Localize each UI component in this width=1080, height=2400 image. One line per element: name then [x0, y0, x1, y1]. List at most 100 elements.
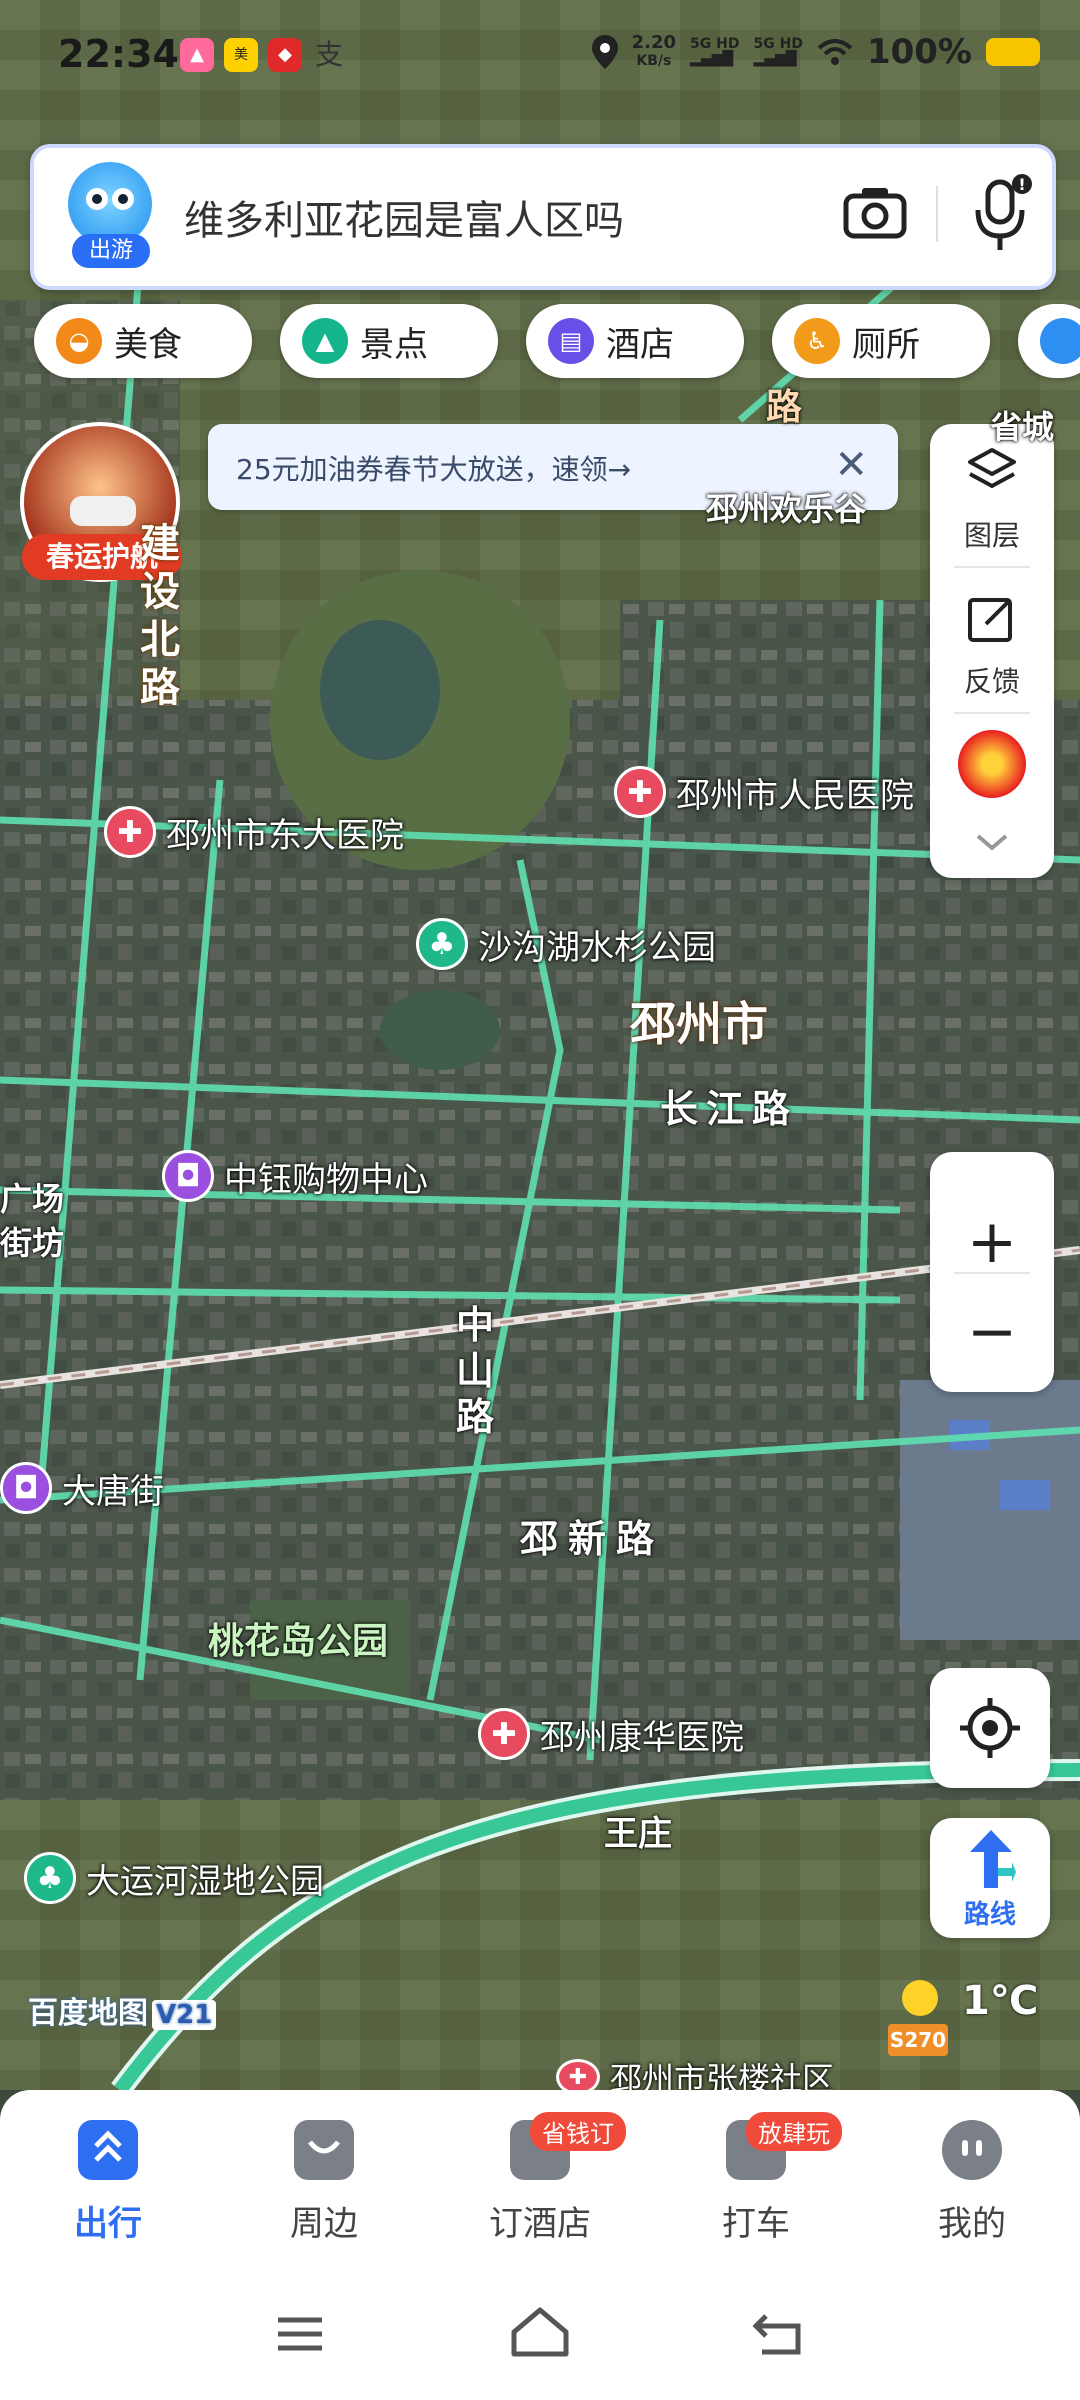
menu-icon[interactable]	[276, 2314, 324, 2354]
tab-label: 出行	[74, 2204, 142, 2244]
layers-icon[interactable]	[966, 446, 1018, 498]
poi-name: 邳州康华医院	[540, 1717, 744, 1758]
shopping-bag-icon: ◘	[0, 1462, 52, 1514]
signal-2: 5G HD ▂▄▆█	[754, 37, 803, 67]
place-label-wangzhuang: 王庄	[604, 1814, 672, 1854]
signal-bars-icon: ▂▄▆█	[753, 51, 797, 67]
status-time: 22:34	[58, 32, 179, 76]
tab-travel[interactable]: 出行	[38, 2120, 178, 2245]
shopping-bag-icon: ◘	[162, 1150, 214, 1202]
highway-shield: S270	[888, 2024, 948, 2056]
tab-label: 订酒店	[489, 2204, 591, 2244]
food-icon: ◒	[56, 318, 102, 364]
locate-icon	[960, 1698, 1020, 1758]
poi-datang-street[interactable]: ◘ 大唐街	[0, 1462, 164, 1514]
city-label: 邳州市	[630, 997, 768, 1051]
category-label: 美食	[114, 324, 182, 365]
road-label-pixin: 邳新路	[520, 1517, 665, 1561]
poi-kanghua-hospital[interactable]: ✚ 邳州康华医院	[478, 1708, 744, 1760]
more-category-icon	[1040, 318, 1080, 364]
baidu-map-logo: 百度地图 V21	[28, 1988, 217, 2032]
travel-mode-badge[interactable]: 出游	[72, 234, 150, 268]
weather-temperature[interactable]: 1℃	[962, 1978, 1038, 2024]
nearby-icon	[294, 2120, 354, 2180]
poi-name: 邳州市东大医院	[166, 815, 404, 856]
map-tools-panel: 图层 反馈	[930, 424, 1054, 878]
road-label-top: 路	[766, 387, 803, 428]
place-label-huanle: 邳州欢乐谷	[706, 490, 867, 528]
hotel-icon: ▤	[548, 318, 594, 364]
category-scenic[interactable]: ▲ 景点	[280, 304, 498, 378]
poi-dongda-hospital[interactable]: ✚ 邳州市东大医院	[104, 806, 404, 858]
status-indicators: 2.20 KB/s 5G HD ▂▄▆█ 5G HD ▂▄▆█ 100%	[591, 32, 1040, 72]
hospital-icon: ✚	[478, 1708, 530, 1760]
poi-renmin-hospital[interactable]: ✚ 邳州市人民医院	[614, 766, 914, 818]
microphone-icon[interactable]: !	[966, 170, 1036, 254]
signal-bars-icon: ▂▄▆█	[690, 51, 734, 67]
feedback-button[interactable]: 反馈	[930, 660, 1054, 700]
alipay-icon: 支	[314, 38, 343, 71]
park-icon: ♣	[416, 918, 468, 970]
category-food[interactable]: ◒ 美食	[34, 304, 252, 378]
travel-icon	[78, 2120, 138, 2180]
back-icon[interactable]	[752, 2310, 804, 2356]
close-icon[interactable]: ✕	[834, 442, 868, 488]
park-icon: ♣	[24, 1852, 76, 1904]
poi-zhongyu-mall[interactable]: ◘ 中钰购物中心	[162, 1150, 428, 1202]
scenic-icon: ▲	[302, 318, 348, 364]
tab-badge: 放肆玩	[746, 2112, 842, 2151]
camera-icon[interactable]	[840, 178, 910, 248]
tab-profile[interactable]: 我的	[902, 2120, 1042, 2245]
signal-2-label: 5G HD	[753, 36, 803, 52]
bottom-tab-bar: 出行 周边 订酒店 省钱订 打车 放肆玩 我的	[0, 2090, 1080, 2270]
tab-nearby[interactable]: 周边	[254, 2120, 394, 2245]
security-icon: ◆	[268, 38, 302, 72]
poi-name: 沙沟湖水杉公园	[478, 927, 716, 968]
road-label-jiefang: 街坊	[0, 1224, 65, 1262]
logo-text: 百度地图	[28, 1996, 148, 2031]
feedback-icon[interactable]	[966, 592, 1018, 644]
road-label-province-city: 省城	[990, 408, 1055, 446]
chevron-down-icon[interactable]	[974, 832, 1010, 854]
zoom-in-button[interactable]: +	[930, 1212, 1054, 1272]
home-icon[interactable]	[510, 2306, 570, 2358]
route-arrow-icon	[970, 1830, 1016, 1888]
signal-1-label: 5G HD	[690, 36, 740, 52]
system-nav-bar	[0, 2270, 1080, 2400]
new-year-2024-icon[interactable]	[958, 730, 1026, 798]
data-rate: 2.20 KB/s	[632, 34, 676, 70]
poi-name: 中钰购物中心	[224, 1159, 428, 1200]
category-hotel[interactable]: ▤ 酒店	[526, 304, 744, 378]
tab-label: 我的	[938, 2204, 1006, 2244]
poi-taohuadao-park[interactable]: 桃花岛公园	[208, 1612, 388, 1664]
road-label-zhongshan: 中山路	[456, 1303, 495, 1439]
zoom-out-button[interactable]: −	[930, 1302, 1054, 1362]
layers-button[interactable]: 图层	[930, 514, 1054, 554]
wifi-icon	[817, 39, 853, 65]
road-label-guangchang: 广场	[0, 1180, 65, 1218]
divider	[954, 1272, 1030, 1274]
poi-shagouhu-park[interactable]: ♣ 沙沟湖水杉公园	[416, 918, 716, 970]
svg-text:!: !	[1018, 175, 1025, 194]
car-icon	[70, 496, 136, 526]
tab-taxi[interactable]: 打车 放肆玩	[686, 2112, 842, 2245]
category-toilet[interactable]: ♿ 厕所	[772, 304, 990, 378]
battery-percent: 100%	[866, 32, 972, 72]
sun-icon	[902, 1980, 938, 2016]
locate-button[interactable]	[930, 1668, 1050, 1788]
logo-version: V21	[152, 2000, 217, 2030]
hospital-icon: ✚	[104, 806, 156, 858]
poi-name: 邳州市人民医院	[676, 775, 914, 816]
banner-text: 25元加油券春节大放送，速领→	[236, 453, 632, 486]
search-bar[interactable]: 出游 维多利亚花园是富人区吗 !	[30, 144, 1056, 290]
search-query[interactable]: 维多利亚花园是富人区吗	[184, 188, 624, 246]
battery-icon	[986, 38, 1040, 66]
tab-hotel-booking[interactable]: 订酒店 省钱订	[470, 2112, 626, 2245]
category-label: 景点	[360, 324, 428, 365]
route-button[interactable]: 路线	[930, 1818, 1050, 1938]
poi-name: 大唐街	[62, 1471, 164, 1512]
divider	[954, 712, 1030, 714]
poi-dayunhe-wetland-park[interactable]: ♣ 大运河湿地公园	[24, 1852, 324, 1904]
signal-1: 5G HD ▂▄▆█	[690, 37, 739, 67]
location-icon	[591, 35, 618, 69]
